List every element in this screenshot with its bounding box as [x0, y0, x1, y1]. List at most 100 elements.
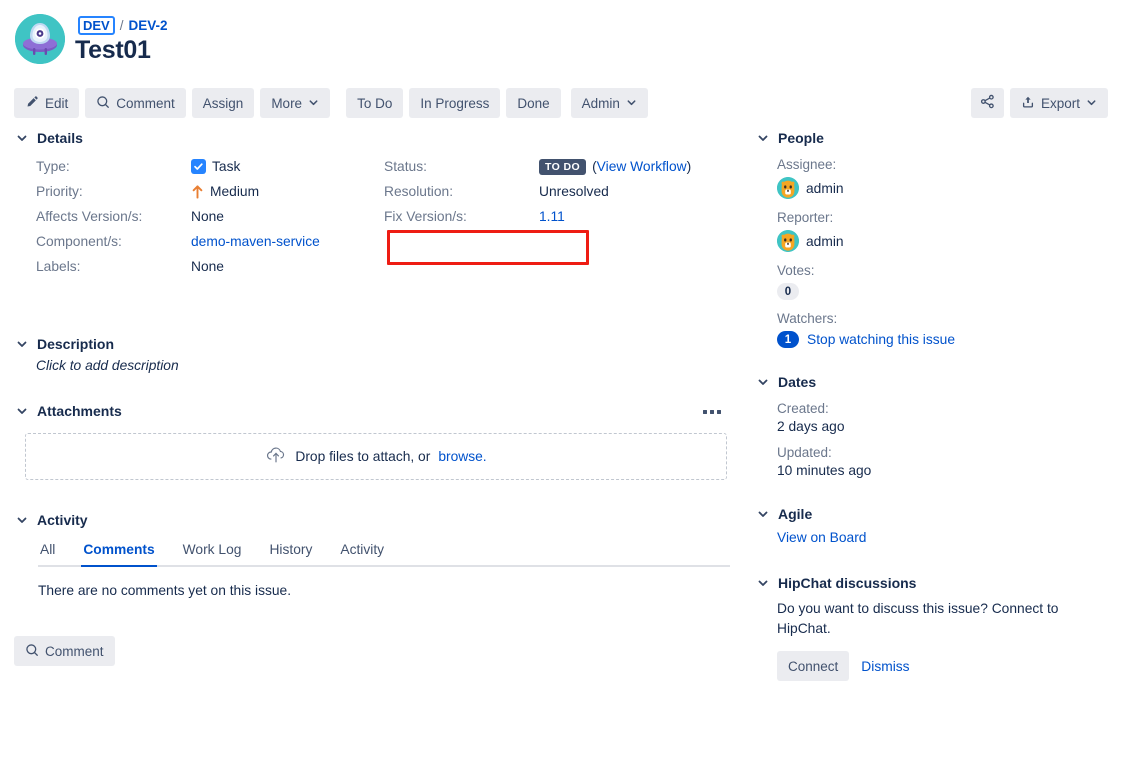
collapse-people-icon[interactable] — [755, 130, 771, 146]
votes-label: Votes: — [777, 263, 1110, 278]
stop-watching-link[interactable]: Stop watching this issue — [807, 332, 955, 347]
detail-value-components: demo-maven-service — [191, 234, 320, 249]
assignee-label: Assignee: — [777, 157, 1110, 172]
tab-all[interactable]: All — [38, 540, 57, 567]
collapse-activity-icon[interactable] — [14, 512, 30, 528]
detail-value-resolution: Unresolved — [539, 184, 609, 199]
dates-module-header: Dates — [755, 374, 1110, 390]
agile-module: Agile View on Board — [755, 506, 1110, 547]
pencil-icon — [25, 95, 39, 112]
created-label: Created: — [777, 401, 1110, 416]
view-on-board-link[interactable]: View on Board — [777, 530, 866, 545]
share-button[interactable] — [971, 88, 1004, 118]
detail-text-type: Task — [212, 159, 240, 174]
collapse-attachments-icon[interactable] — [14, 403, 30, 419]
activity-tabs: All Comments Work Log History Activity — [38, 538, 730, 567]
collapse-description-icon[interactable] — [14, 336, 30, 352]
view-workflow-wrap: (View Workflow) — [592, 159, 691, 174]
reporter-row[interactable]: admin — [777, 230, 1110, 252]
hipchat-message: Do you want to discuss this issue? Conne… — [777, 599, 1087, 639]
dates-module: Dates Created: 2 days ago Updated: 10 mi… — [755, 374, 1110, 478]
collapse-dates-icon[interactable] — [755, 374, 771, 390]
transition-to-do-button[interactable]: To Do — [346, 88, 403, 118]
fix-version-link[interactable]: 1.11 — [539, 209, 565, 224]
details-column-right: Status: TO DO (View Workflow) Resolution… — [384, 154, 724, 229]
hipchat-connect-button[interactable]: Connect — [777, 651, 849, 681]
watchers-badge[interactable]: 1 — [777, 331, 799, 348]
assignee-name: admin — [806, 181, 844, 196]
assign-button[interactable]: Assign — [192, 88, 255, 118]
chevron-down-icon — [1086, 96, 1097, 111]
breadcrumb-issue-link[interactable]: DEV-2 — [129, 17, 168, 35]
issue-sidebar: People Assignee: — [755, 130, 1110, 685]
edit-button[interactable]: Edit — [14, 88, 79, 118]
browse-link[interactable]: browse. — [438, 449, 486, 464]
detail-row-resolution: Resolution: Unresolved — [384, 179, 724, 204]
comment-button-bottom[interactable]: Comment — [14, 636, 115, 666]
page-title: Test01 — [75, 36, 151, 65]
issue-header: DEV / DEV-2 Test01 — [0, 0, 1122, 82]
breadcrumb-project-link[interactable]: DEV — [78, 16, 115, 35]
votes-badge[interactable]: 0 — [777, 283, 799, 300]
avatar — [777, 230, 799, 252]
details-module: Details Type: Task Prio — [14, 130, 729, 294]
attachments-options-icon[interactable] — [697, 404, 727, 420]
collapse-hipchat-icon[interactable] — [755, 575, 771, 591]
jira-issue-page: DEV / DEV-2 Test01 Edit Comment Assign M… — [0, 0, 1122, 759]
hipchat-dismiss-link[interactable]: Dismiss — [861, 659, 909, 674]
detail-label-type: Type: — [36, 159, 191, 174]
comment-button-top[interactable]: Comment — [85, 88, 186, 118]
detail-label-status: Status: — [384, 159, 539, 174]
more-button[interactable]: More — [260, 88, 330, 118]
dates-body: Created: 2 days ago Updated: 10 minutes … — [777, 401, 1110, 478]
project-avatar-icon[interactable] — [15, 14, 65, 64]
detail-row-components: Component/s: demo-maven-service — [36, 229, 396, 254]
tab-activity[interactable]: Activity — [338, 540, 386, 567]
tab-history[interactable]: History — [267, 540, 314, 567]
detail-value-type: Task — [191, 159, 240, 174]
fix-version-highlight-box — [387, 230, 589, 265]
detail-label-labels: Labels: — [36, 259, 191, 274]
detail-value-status: TO DO (View Workflow) — [539, 159, 691, 175]
task-icon — [191, 159, 206, 174]
attachments-module: Attachments Drop files to attach, or bro… — [14, 403, 729, 480]
export-button-label: Export — [1041, 96, 1080, 111]
transition-done-button[interactable]: Done — [506, 88, 560, 118]
detail-row-status: Status: TO DO (View Workflow) — [384, 154, 724, 179]
agile-body: View on Board — [777, 524, 1110, 547]
breadcrumb: DEV / DEV-2 — [78, 16, 168, 35]
status-badge: TO DO — [539, 159, 586, 175]
details-section-title: Details — [37, 130, 83, 146]
description-section-title: Description — [37, 336, 114, 352]
assign-button-label: Assign — [203, 96, 244, 111]
transition-to-do-label: To Do — [357, 96, 392, 111]
comment-bubble-icon — [25, 643, 39, 660]
collapse-details-icon[interactable] — [14, 130, 30, 146]
transition-in-progress-button[interactable]: In Progress — [409, 88, 500, 118]
tab-work-log[interactable]: Work Log — [181, 540, 244, 567]
view-workflow-link[interactable]: View Workflow — [597, 159, 687, 174]
tab-comments[interactable]: Comments — [81, 540, 156, 567]
component-link[interactable]: demo-maven-service — [191, 234, 320, 249]
more-button-label: More — [271, 96, 302, 111]
collapse-agile-icon[interactable] — [755, 506, 771, 522]
watchers-row: 1 Stop watching this issue — [777, 331, 1110, 348]
assignee-row[interactable]: admin — [777, 177, 1110, 199]
export-upload-icon — [1021, 95, 1035, 112]
attachments-section-title: Attachments — [37, 403, 122, 419]
detail-label-components: Component/s: — [36, 234, 191, 249]
admin-button[interactable]: Admin — [571, 88, 648, 118]
hipchat-module-header: HipChat discussions — [755, 575, 1110, 591]
description-placeholder[interactable]: Click to add description — [36, 358, 729, 373]
description-module-header: Description — [14, 336, 729, 352]
dropzone-text: Drop files to attach, or — [295, 449, 430, 464]
chevron-down-icon — [626, 96, 637, 111]
breadcrumb-separator: / — [120, 17, 124, 35]
hipchat-body: Do you want to discuss this issue? Conne… — [777, 599, 1110, 681]
detail-row-fix-version: Fix Version/s: 1.11 — [384, 204, 724, 229]
reporter-name: admin — [806, 234, 844, 249]
updated-label: Updated: — [777, 445, 1110, 460]
detail-row-priority: Priority: Medium — [36, 179, 396, 204]
export-button[interactable]: Export — [1010, 88, 1108, 118]
attachment-dropzone[interactable]: Drop files to attach, or browse. — [25, 433, 727, 480]
